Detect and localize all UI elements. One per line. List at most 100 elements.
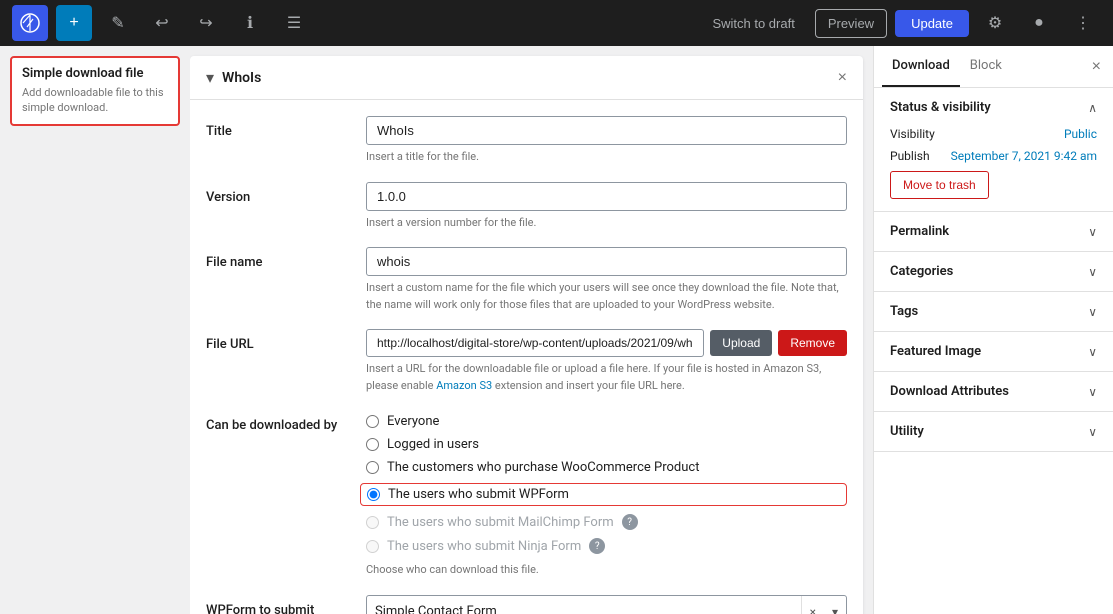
form-body: Title Insert a title for the file. Versi… [190, 100, 863, 614]
categories-header[interactable]: Categories ∨ [874, 252, 1113, 291]
panel-title: WhoIs [222, 70, 838, 86]
version-hint: Insert a version number for the file. [366, 215, 847, 232]
undo-icon: ↩ [155, 13, 168, 33]
status-visibility-content: Visibility Public Publish September 7, 2… [874, 127, 1113, 211]
tags-header[interactable]: Tags ∨ [874, 292, 1113, 331]
sidebar-tabs: Download Block × [874, 46, 1113, 88]
status-visibility-section: Status & visibility ∧ Visibility Public … [874, 88, 1113, 212]
content-area: ▾ WhoIs × Title Insert a title for the f… [190, 46, 873, 614]
title-label: Title [206, 116, 366, 139]
ninja-help-icon[interactable]: ? [589, 538, 605, 554]
fileurl-hint-after: extension and insert your file URL here. [492, 379, 685, 392]
more-options-button[interactable]: ⋮ [1065, 5, 1101, 41]
radio-logged-in-input[interactable] [366, 438, 379, 451]
permalink-header[interactable]: Permalink ∨ [874, 212, 1113, 251]
wpform-field: Simple Contact Form × ▾ Select a WPForm … [366, 595, 847, 614]
tab-download[interactable]: Download [882, 46, 960, 87]
title-field: Insert a title for the file. [366, 116, 847, 166]
radio-ninja-label: The users who submit Ninja Form [387, 539, 581, 554]
radio-everyone-input[interactable] [366, 415, 379, 428]
move-to-trash-button[interactable]: Move to trash [890, 171, 989, 199]
radio-logged-in-label: Logged in users [387, 437, 479, 452]
featured-image-header[interactable]: Featured Image ∨ [874, 332, 1113, 371]
filename-hint: Insert a custom name for the file which … [366, 280, 847, 313]
radio-woocommerce-label: The customers who purchase WooCommerce P… [387, 460, 699, 475]
upload-button[interactable]: Upload [710, 330, 772, 356]
edit-button[interactable]: ✎ [100, 5, 136, 41]
radio-mailchimp-input[interactable] [366, 516, 379, 529]
filename-input[interactable] [366, 247, 847, 276]
settings-button[interactable]: ⚙ [977, 5, 1013, 41]
download-attributes-section: Download Attributes ∨ [874, 372, 1113, 412]
categories-chevron: ∨ [1088, 265, 1097, 279]
update-button[interactable]: Update [895, 10, 969, 37]
publish-label: Publish [890, 149, 930, 163]
filename-label: File name [206, 247, 366, 270]
radio-mailchimp: The users who submit MailChimp Form ? [366, 514, 847, 530]
utility-header[interactable]: Utility ∨ [874, 412, 1113, 451]
can-download-field: Everyone Logged in users The customers w… [366, 410, 847, 579]
remove-button[interactable]: Remove [778, 330, 847, 356]
amazon-s3-link[interactable]: Amazon S3 [436, 379, 492, 392]
featured-image-section: Featured Image ∨ [874, 332, 1113, 372]
can-download-label: Can be downloaded by [206, 410, 366, 433]
tab-block[interactable]: Block [960, 46, 1012, 87]
filename-field: Insert a custom name for the file which … [366, 247, 847, 313]
plugins-button[interactable]: ● [1021, 5, 1057, 41]
top-bar: + ✎ ↩ ↪ ℹ ☰ Switch to draft Preview Upda… [0, 0, 1113, 46]
list-button[interactable]: ☰ [276, 5, 312, 41]
utility-chevron: ∨ [1088, 425, 1097, 439]
redo-button[interactable]: ↪ [188, 5, 224, 41]
panel-toggle-icon[interactable]: ▾ [206, 68, 214, 87]
redo-icon: ↪ [199, 13, 212, 33]
undo-button[interactable]: ↩ [144, 5, 180, 41]
utility-section: Utility ∨ [874, 412, 1113, 452]
status-visibility-chevron: ∧ [1088, 101, 1097, 115]
categories-section: Categories ∨ [874, 252, 1113, 292]
radio-wpform-input[interactable] [367, 488, 380, 501]
info-button[interactable]: ℹ [232, 5, 268, 41]
gear-icon: ⚙ [988, 13, 1002, 33]
preview-button[interactable]: Preview [815, 9, 887, 38]
select-arrow-icon[interactable]: ▾ [824, 596, 846, 614]
permalink-section: Permalink ∨ [874, 212, 1113, 252]
featured-image-title: Featured Image [890, 344, 981, 359]
visibility-label: Visibility [890, 127, 935, 141]
wpform-row: WPForm to submit Simple Contact Form × ▾… [206, 595, 847, 614]
categories-title: Categories [890, 264, 953, 279]
radio-everyone: Everyone [366, 414, 847, 429]
download-attributes-header[interactable]: Download Attributes ∨ [874, 372, 1113, 411]
switch-draft-button[interactable]: Switch to draft [700, 10, 806, 37]
add-block-button[interactable]: + [56, 5, 92, 41]
status-visibility-header[interactable]: Status & visibility ∧ [874, 88, 1113, 127]
plugin-icon: ● [1034, 14, 1044, 32]
wpform-label: WPForm to submit [206, 595, 366, 614]
radio-ninja-input[interactable] [366, 540, 379, 553]
radio-woocommerce-input[interactable] [366, 461, 379, 474]
publish-row: Publish September 7, 2021 9:42 am [890, 149, 1097, 163]
ellipsis-icon: ⋮ [1075, 13, 1091, 33]
status-visibility-title: Status & visibility [890, 100, 991, 115]
radio-ninja: The users who submit Ninja Form ? [366, 538, 847, 554]
tooltip-box: Simple download file Add downloadable fi… [10, 56, 180, 126]
wpform-select-wrapper[interactable]: Simple Contact Form × ▾ [366, 595, 847, 614]
version-input[interactable] [366, 182, 847, 211]
version-label: Version [206, 182, 366, 205]
radio-logged-in: Logged in users [366, 437, 847, 452]
file-url-input-row: Upload Remove [366, 329, 847, 357]
title-input[interactable] [366, 116, 847, 145]
mailchimp-help-icon[interactable]: ? [622, 514, 638, 530]
sidebar-close-button[interactable]: × [1088, 54, 1105, 80]
tags-title: Tags [890, 304, 918, 319]
publish-value[interactable]: September 7, 2021 9:42 am [951, 149, 1097, 163]
visibility-row: Visibility Public [890, 127, 1097, 141]
tooltip-title: Simple download file [22, 66, 168, 81]
fileurl-input[interactable] [366, 329, 704, 357]
visibility-value[interactable]: Public [1064, 127, 1097, 141]
select-x-icon[interactable]: × [801, 596, 824, 614]
radio-wpform: The users who submit WPForm [360, 483, 847, 506]
wpform-select-value: Simple Contact Form [367, 596, 801, 614]
radio-woocommerce: The customers who purchase WooCommerce P… [366, 460, 847, 475]
panel-close-button[interactable]: × [838, 69, 847, 87]
title-hint: Insert a title for the file. [366, 149, 847, 166]
